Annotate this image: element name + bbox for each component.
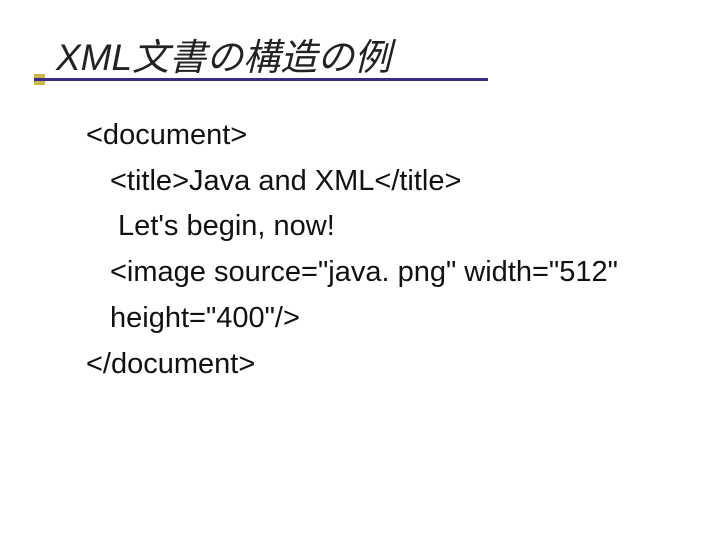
code-line-2: <title>Java and XML</title> [86,159,720,205]
code-line-3: Let's begin, now! [86,204,720,250]
code-line-5: height="400"/> [86,296,720,342]
code-line-1: <document> [86,113,720,159]
slide-title: XML文書の構造の例 [56,38,720,79]
code-line-6: </document> [86,342,720,388]
heading-underline [34,78,488,81]
xml-code-block: <document> <title>Java and XML</title> L… [86,113,720,388]
slide-heading-wrap: XML文書の構造の例 [56,38,720,79]
code-line-4: <image source="java. png" width="512" [86,250,720,296]
